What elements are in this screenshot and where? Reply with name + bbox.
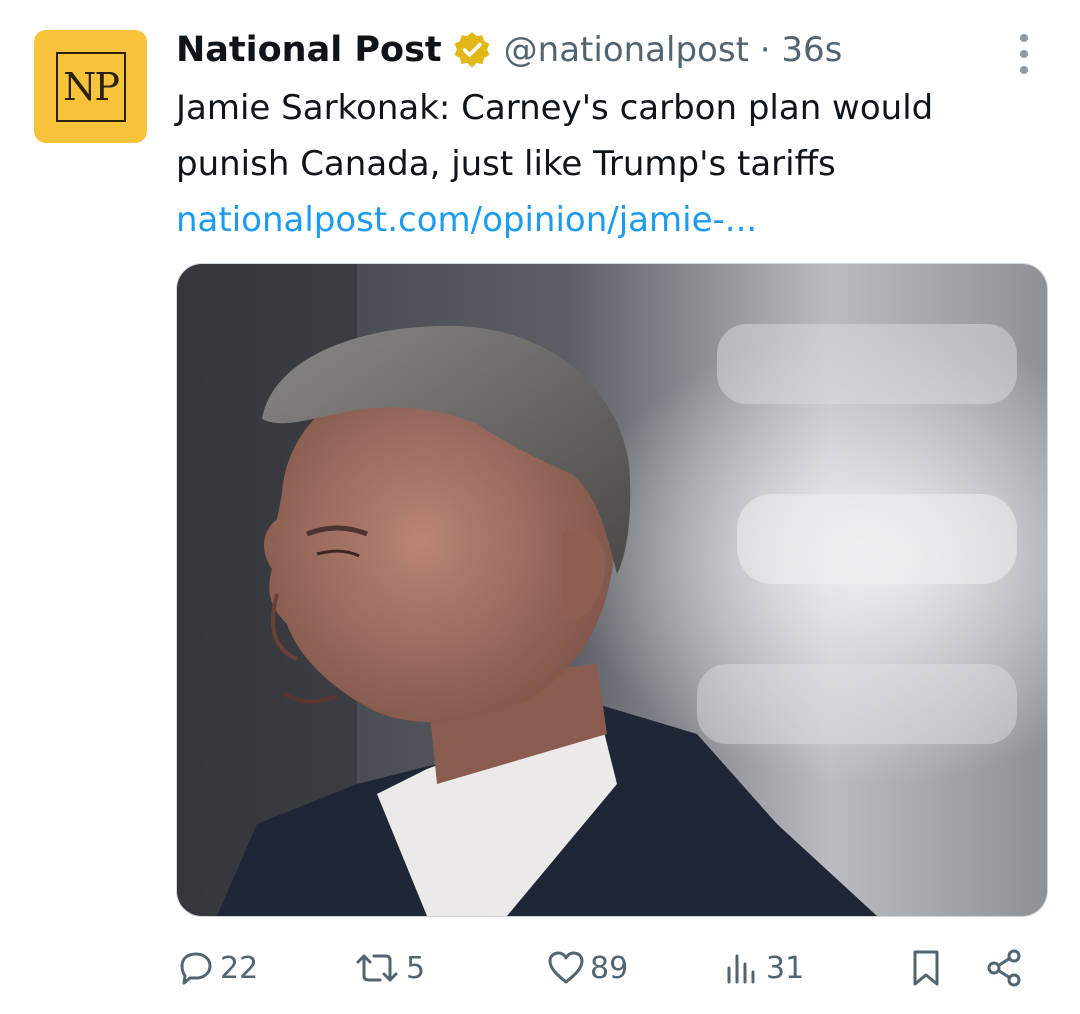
retweet-icon: [356, 954, 398, 982]
account-handle-time[interactable]: @nationalpost · 36s: [504, 30, 843, 70]
views-button[interactable]: 31: [722, 948, 804, 988]
like-icon: [548, 951, 584, 984]
account-name[interactable]: National Post: [176, 30, 442, 70]
avatar-text: NP: [63, 64, 120, 109]
bookmark-button[interactable]: [906, 948, 946, 988]
reply-count: 22: [220, 950, 259, 986]
tweet-text-line-2: punish Canada, just like Trump's tariffs: [176, 144, 836, 184]
tweet-header: National Post @nationalpost · 36s: [176, 28, 842, 72]
more-icon[interactable]: [1012, 34, 1036, 74]
retweet-button[interactable]: 5: [352, 948, 425, 988]
action-bar: 22 5 89 31: [176, 940, 1036, 996]
like-button[interactable]: 89: [546, 948, 628, 988]
tweet-text: Jamie Sarkonak: Carney's carbon plan wou…: [176, 80, 1056, 248]
reply-icon: [180, 952, 212, 985]
article-link[interactable]: nationalpost.com/opinion/jamie-...: [176, 192, 1056, 248]
account-avatar[interactable]: NP: [34, 30, 147, 143]
bookmark-icon: [913, 950, 939, 986]
share-icon: [987, 949, 1021, 987]
gold-verified-badge-icon: [452, 30, 492, 70]
reply-button[interactable]: 22: [176, 948, 258, 988]
avatar-logo: NP: [55, 51, 126, 122]
views-count: 31: [766, 950, 805, 986]
tweet-text-line-1: Jamie Sarkonak: Carney's carbon plan wou…: [176, 88, 934, 128]
views-icon: [727, 954, 755, 984]
retweet-count: 5: [406, 950, 426, 986]
share-button[interactable]: [984, 948, 1024, 988]
like-count: 89: [590, 950, 629, 986]
tweet-photo[interactable]: [176, 263, 1048, 917]
